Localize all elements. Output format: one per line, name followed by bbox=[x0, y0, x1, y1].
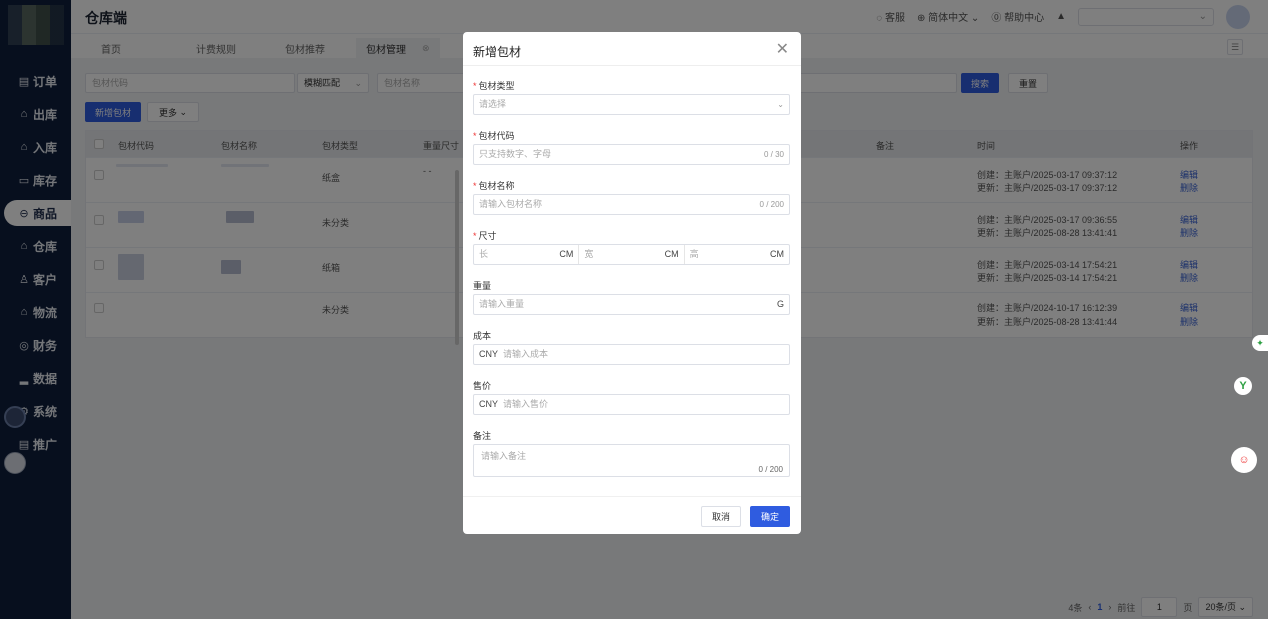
code-label: * 包材代码 bbox=[473, 131, 515, 141]
support-avatar-icon[interactable]: ☺ bbox=[1231, 447, 1257, 473]
modal-footer: 取消 确定 bbox=[463, 496, 801, 534]
sparkle-icon[interactable]: ✦ bbox=[1252, 335, 1268, 351]
price-input[interactable]: CNY 请输入售价 bbox=[473, 394, 790, 415]
weight-input[interactable]: 请输入重量 G bbox=[473, 294, 790, 315]
name-placeholder: 请输入包材名称 bbox=[479, 199, 543, 209]
size-label: * 尺寸 bbox=[473, 231, 497, 241]
add-packaging-modal: 新增包材 ✕ * 包材类型 请选择 ⌄ * 包材代码 只支持数字、字母 0 / 30 *… bbox=[463, 32, 801, 534]
cost-currency: CNY bbox=[479, 349, 499, 359]
length-unit: CM bbox=[559, 249, 574, 259]
code-label-text: 包材代码 bbox=[478, 131, 515, 141]
type-label-text: 包材类型 bbox=[478, 81, 515, 91]
width-input[interactable]: 宽 CM bbox=[579, 245, 685, 264]
chevron-down-icon: ⌄ bbox=[777, 100, 784, 109]
height-unit: CM bbox=[769, 249, 784, 259]
name-label: * 包材名称 bbox=[473, 181, 515, 191]
height-input[interactable]: 高 CM bbox=[685, 245, 789, 264]
remark-label: 备注 bbox=[473, 431, 492, 441]
assistant-y-icon[interactable]: Y bbox=[1234, 377, 1252, 395]
name-label-text: 包材名称 bbox=[478, 181, 515, 191]
weight-label: 重量 bbox=[473, 281, 492, 291]
type-placeholder: 请选择 bbox=[479, 99, 507, 109]
price-placeholder: 请输入售价 bbox=[503, 399, 549, 409]
cost-input[interactable]: CNY 请输入成本 bbox=[473, 344, 790, 365]
length-placeholder: 长 bbox=[479, 249, 489, 259]
remark-placeholder: 请输入备注 bbox=[481, 451, 527, 461]
code-char-count: 0 / 30 bbox=[763, 150, 784, 159]
type-label: * 包材类型 bbox=[473, 81, 515, 91]
remark-char-count: 0 / 200 bbox=[758, 465, 783, 474]
width-unit: CM bbox=[664, 249, 679, 259]
weight-placeholder: 请输入重量 bbox=[479, 299, 525, 309]
size-label-text: 尺寸 bbox=[478, 231, 497, 241]
modal-header: 新增包材 ✕ bbox=[463, 32, 801, 66]
cost-label: 成本 bbox=[473, 331, 492, 341]
code-input[interactable]: 只支持数字、字母 0 / 30 bbox=[473, 144, 790, 165]
price-currency: CNY bbox=[479, 399, 499, 409]
size-inputs: 长 CM 宽 CM 高 CM bbox=[473, 244, 790, 265]
price-label: 售价 bbox=[473, 381, 492, 391]
weight-unit: G bbox=[776, 299, 784, 309]
width-placeholder: 宽 bbox=[584, 249, 594, 259]
modal-title: 新增包材 bbox=[473, 45, 522, 59]
length-input[interactable]: 长 CM bbox=[474, 245, 580, 264]
type-select[interactable]: 请选择 ⌄ bbox=[473, 94, 790, 115]
height-placeholder: 高 bbox=[689, 249, 699, 259]
cost-placeholder: 请输入成本 bbox=[503, 349, 549, 359]
cancel-button[interactable]: 取消 bbox=[701, 506, 741, 527]
code-placeholder: 只支持数字、字母 bbox=[479, 149, 552, 159]
close-icon[interactable]: ✕ bbox=[776, 39, 789, 59]
remark-textarea[interactable]: 请输入备注 0 / 200 bbox=[473, 444, 790, 477]
name-input[interactable]: 请输入包材名称 0 / 200 bbox=[473, 194, 790, 215]
confirm-button[interactable]: 确定 bbox=[750, 506, 790, 527]
name-char-count: 0 / 200 bbox=[759, 200, 784, 209]
